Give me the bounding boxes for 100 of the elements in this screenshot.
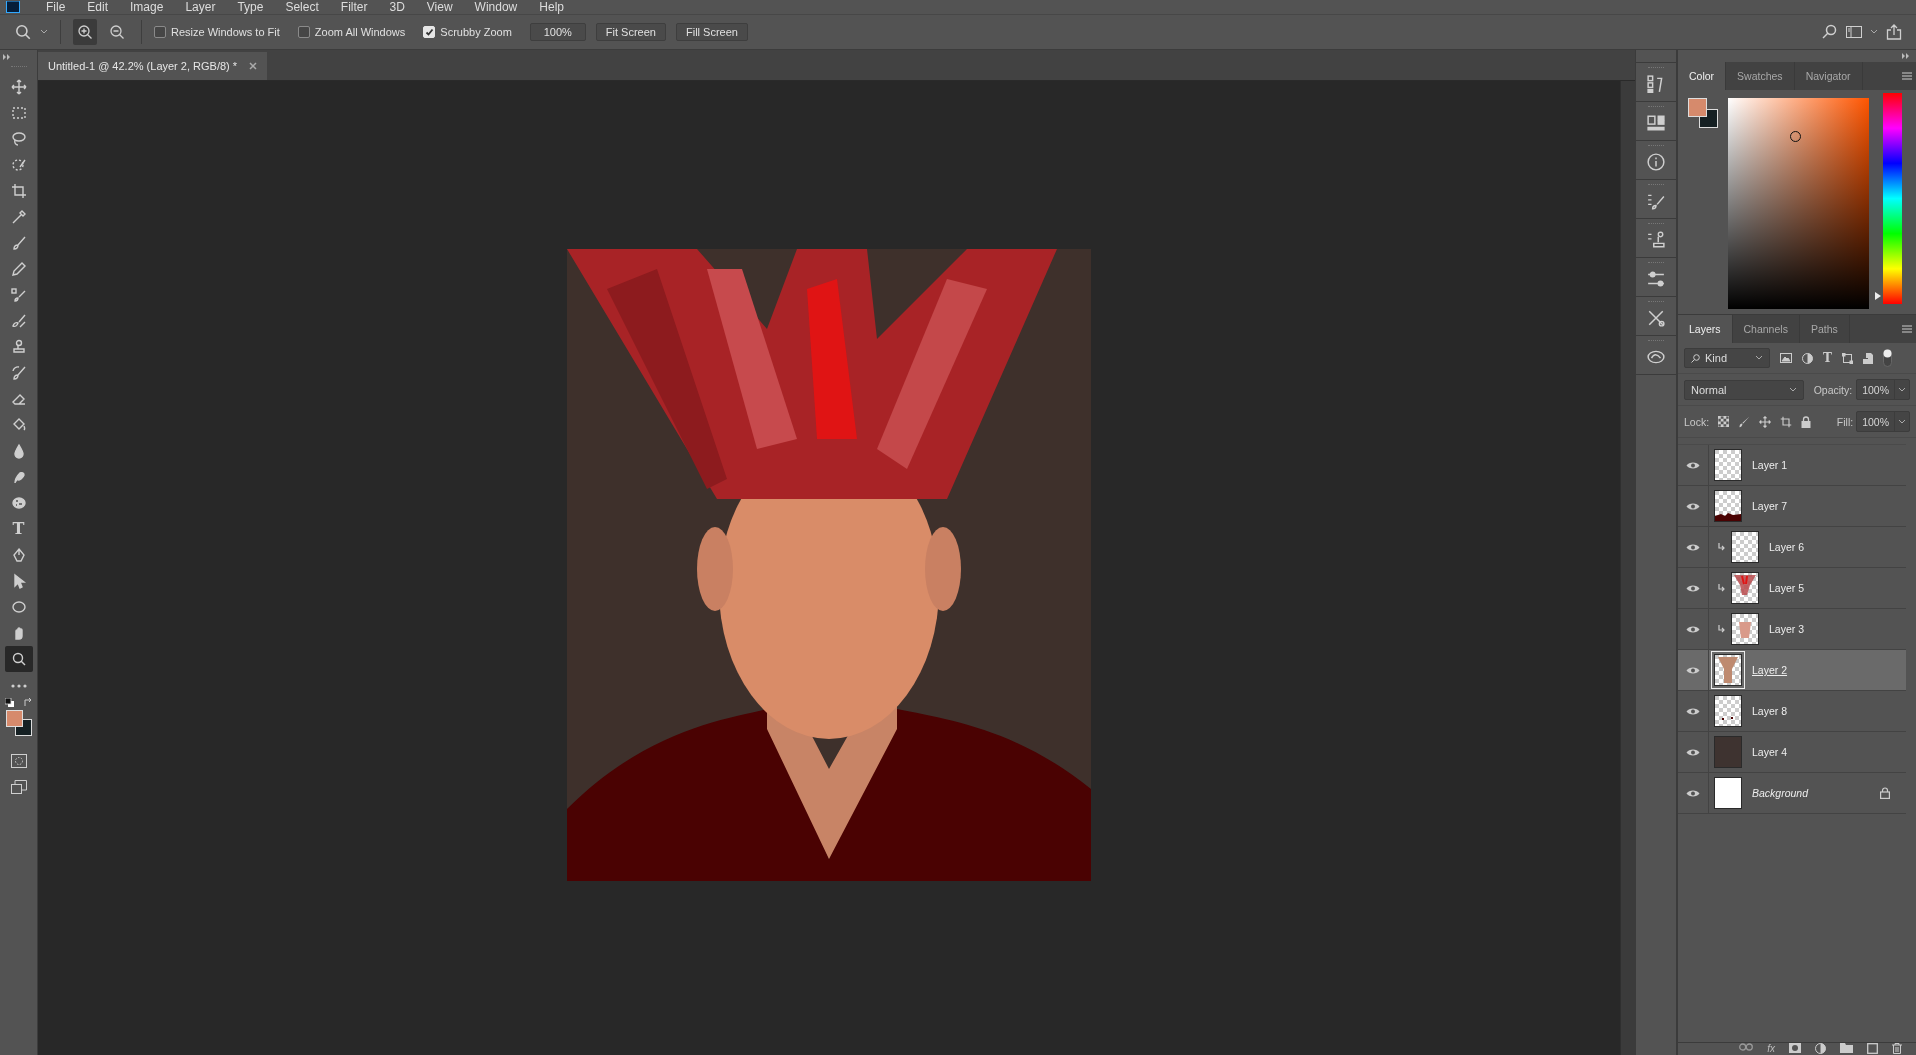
layer-row[interactable]: Layer 7 xyxy=(1678,486,1906,527)
type-filter-icon[interactable]: T xyxy=(1823,351,1832,365)
option-button[interactable]: 100% xyxy=(529,23,586,41)
eye-icon[interactable] xyxy=(1686,665,1700,675)
mask-icon[interactable] xyxy=(1789,1043,1801,1053)
menu-item[interactable]: Layer xyxy=(185,0,216,14)
properties-icon[interactable] xyxy=(1647,114,1665,132)
layer-style-button[interactable]: fx xyxy=(1767,1043,1775,1054)
trash-icon[interactable] xyxy=(1892,1043,1902,1054)
eye-icon[interactable] xyxy=(1686,747,1700,757)
color-swatches[interactable] xyxy=(5,710,32,736)
layer-name[interactable]: Layer 4 xyxy=(1752,746,1788,758)
menu-item[interactable]: Window xyxy=(474,0,518,14)
panel-tab[interactable]: Swatches xyxy=(1726,62,1795,90)
swap-colors-icon[interactable] xyxy=(23,698,33,707)
panel-tab[interactable]: Channels xyxy=(1732,315,1800,343)
menu-item[interactable]: View xyxy=(426,0,453,14)
brush-settings-icon[interactable] xyxy=(1647,192,1665,210)
clone-source-icon[interactable] xyxy=(1647,231,1665,249)
color-swatches[interactable] xyxy=(1688,98,1718,128)
layer-name[interactable]: Layer 6 xyxy=(1769,541,1805,553)
layer-name[interactable]: Layer 1 xyxy=(1752,459,1788,471)
tools-icon[interactable] xyxy=(1647,309,1665,327)
menu-item[interactable]: 3D xyxy=(389,0,405,14)
layer-row[interactable]: Background xyxy=(1678,773,1906,814)
link-icon[interactable] xyxy=(1739,1043,1754,1051)
panel-tab[interactable]: Color xyxy=(1678,62,1727,90)
zoom-in-button[interactable] xyxy=(73,19,97,45)
slider-handle[interactable] xyxy=(1875,291,1881,300)
lock-icon[interactable] xyxy=(1801,415,1812,428)
document-tab[interactable]: Untitled-1 @ 42.2% (Layer 2, RGB/8) * xyxy=(38,52,268,80)
opacity-field[interactable]: 100% xyxy=(1856,379,1910,400)
smart-object-filter-icon[interactable] xyxy=(1862,352,1873,364)
collapse-icon[interactable] xyxy=(1902,53,1910,59)
menu-item[interactable]: File xyxy=(46,0,66,14)
shape-filter-icon[interactable] xyxy=(1841,352,1853,364)
layer-row[interactable]: Layer 6 xyxy=(1678,527,1906,568)
caret-icon[interactable] xyxy=(1870,29,1878,35)
image-filter-icon[interactable] xyxy=(1780,353,1792,363)
menu-item[interactable]: Edit xyxy=(87,0,109,14)
default-colors-icon[interactable] xyxy=(4,698,14,707)
screen-mode-icon[interactable] xyxy=(10,780,27,794)
layer-name[interactable]: Layer 7 xyxy=(1752,500,1788,512)
new-layer-icon[interactable] xyxy=(1867,1043,1878,1054)
panel-tab[interactable]: Layers xyxy=(1678,315,1733,343)
history-icon[interactable] xyxy=(1647,75,1665,93)
filter-toggle-icon[interactable] xyxy=(1882,349,1892,367)
layer-row[interactable]: Layer 5 xyxy=(1678,568,1906,609)
more-icon[interactable] xyxy=(10,684,27,688)
panel-tab[interactable]: Navigator xyxy=(1794,62,1863,90)
eye-icon[interactable] xyxy=(1686,501,1700,511)
close-icon[interactable] xyxy=(249,62,258,70)
tool-button[interactable]: T xyxy=(4,516,33,542)
eye-icon[interactable] xyxy=(1686,583,1700,593)
zoom-tool-icon[interactable] xyxy=(14,23,32,41)
checkbox[interactable] xyxy=(154,26,166,38)
crop-icon[interactable] xyxy=(1780,415,1793,428)
libraries-icon[interactable] xyxy=(1647,348,1665,366)
eye-icon[interactable] xyxy=(1686,788,1700,798)
menu-item[interactable]: Help xyxy=(539,0,564,14)
layer-row[interactable]: Layer 1 xyxy=(1678,445,1906,486)
menu-item[interactable]: Select xyxy=(285,0,319,14)
move-icon[interactable] xyxy=(1759,415,1772,428)
layer-name[interactable]: Layer 2 xyxy=(1752,664,1788,676)
adjustments-icon[interactable] xyxy=(1647,270,1665,288)
scrollbar[interactable] xyxy=(1620,81,1635,1055)
adjustment-icon[interactable] xyxy=(1815,1043,1826,1054)
tool-button[interactable] xyxy=(4,646,33,672)
option-button[interactable]: Fill Screen xyxy=(675,23,748,41)
checkbox[interactable] xyxy=(297,26,310,38)
layer-name[interactable]: Layer 3 xyxy=(1769,623,1805,635)
share-icon[interactable] xyxy=(1886,24,1902,40)
caret-icon[interactable] xyxy=(1898,386,1906,393)
search-icon[interactable] xyxy=(1822,24,1838,40)
eye-icon[interactable] xyxy=(1686,624,1700,634)
quick-mask-icon[interactable] xyxy=(10,754,27,768)
expand-icon[interactable] xyxy=(3,54,11,60)
caret-icon[interactable] xyxy=(40,29,48,35)
fill-field[interactable]: 100% xyxy=(1856,411,1910,432)
folder-icon[interactable] xyxy=(1840,1043,1853,1053)
layer-name[interactable]: Layer 5 xyxy=(1769,582,1805,594)
info-icon[interactable] xyxy=(1647,153,1665,171)
workspace-icon[interactable] xyxy=(1846,26,1862,38)
eye-icon[interactable] xyxy=(1686,460,1700,470)
color-field[interactable] xyxy=(1728,98,1869,309)
option-button[interactable]: Fit Screen xyxy=(595,23,666,41)
layer-row[interactable]: Layer 8 xyxy=(1678,691,1906,732)
layer-name[interactable]: Layer 8 xyxy=(1752,705,1788,717)
panel-menu-icon[interactable] xyxy=(1902,72,1912,80)
blend-mode-dropdown[interactable]: Normal xyxy=(1684,379,1804,400)
brush-icon[interactable] xyxy=(1738,415,1751,428)
menu-item[interactable]: Type xyxy=(237,0,264,14)
panel-tab[interactable]: Paths xyxy=(1799,315,1850,343)
menu-item[interactable]: Filter xyxy=(340,0,368,14)
panel-menu-icon[interactable] xyxy=(1902,325,1912,333)
adjustment-filter-icon[interactable] xyxy=(1802,352,1813,364)
eye-icon[interactable] xyxy=(1686,542,1700,552)
layer-row[interactable]: Layer 2 xyxy=(1678,650,1906,691)
layer-name[interactable]: Background xyxy=(1752,787,1809,799)
app-logo-icon[interactable] xyxy=(6,1,20,13)
